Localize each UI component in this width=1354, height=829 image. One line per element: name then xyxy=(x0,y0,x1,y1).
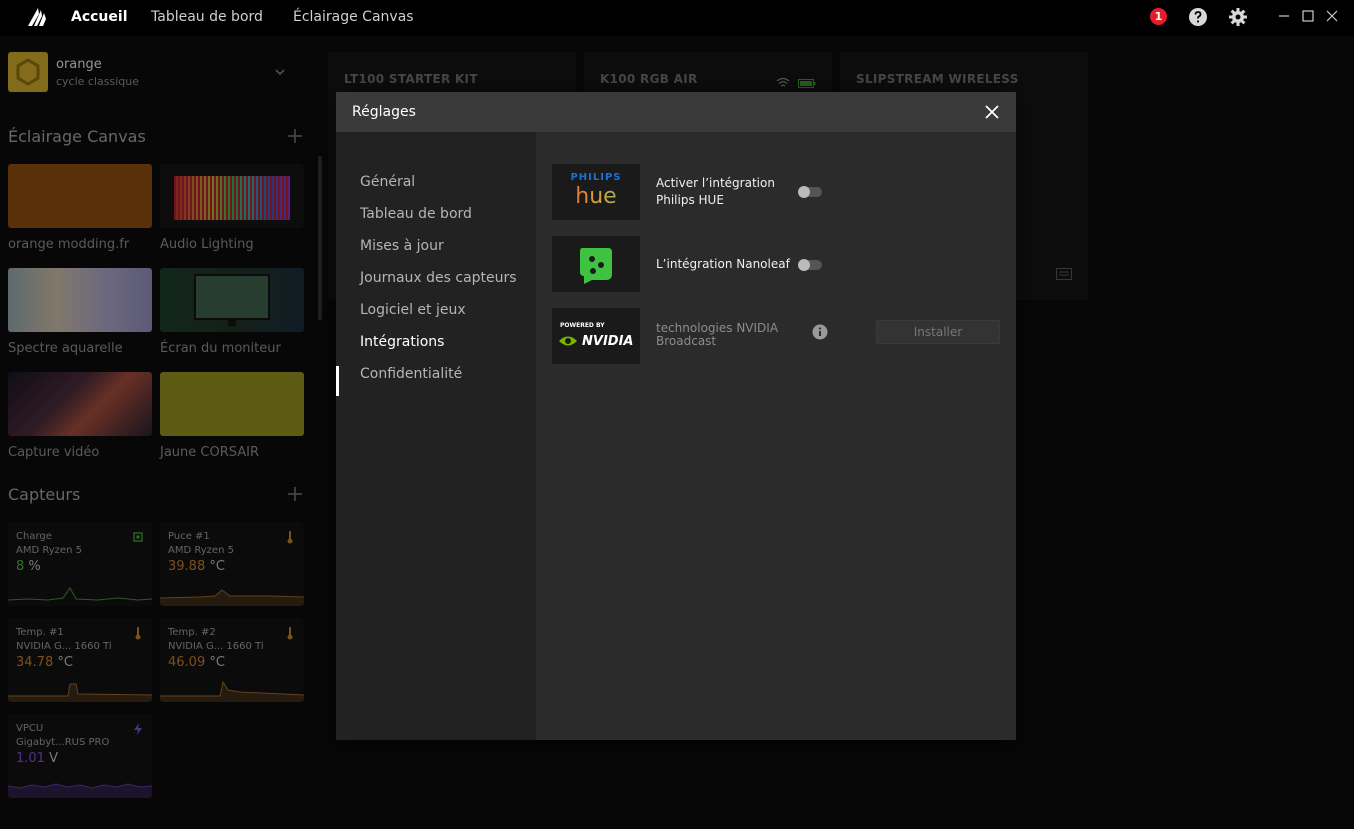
settings-nav-software-games[interactable]: Logiciel et jeux xyxy=(360,302,466,318)
maximize-icon[interactable] xyxy=(1300,8,1316,24)
toggle-knob xyxy=(798,186,810,198)
settings-nav: Général Tableau de bord Mises à jour Jou… xyxy=(336,132,536,740)
nanoleaf-logo xyxy=(552,236,640,292)
help-icon[interactable] xyxy=(1188,7,1208,27)
philips-logo-text: PHILIPS xyxy=(570,172,622,183)
corsair-logo-icon xyxy=(28,8,46,26)
gear-icon[interactable] xyxy=(1228,7,1248,27)
integrations-panel: PHILIPS hue Activer l’intégration Philip… xyxy=(536,132,1016,740)
settings-nav-general[interactable]: Général xyxy=(360,174,415,190)
dialog-title: Réglages xyxy=(352,104,416,120)
close-window-icon[interactable] xyxy=(1324,8,1340,24)
nvidia-label-line1: technologies NVIDIA xyxy=(656,321,779,335)
hue-label-line2: Philips HUE xyxy=(656,193,724,207)
toggle-knob xyxy=(798,259,810,271)
nanoleaf-icon xyxy=(580,248,612,284)
settings-nav-integrations[interactable]: Intégrations xyxy=(360,334,444,350)
settings-nav-dashboard[interactable]: Tableau de bord xyxy=(360,206,472,222)
settings-nav-updates[interactable]: Mises à jour xyxy=(360,238,444,254)
tab-accueil[interactable]: Accueil xyxy=(71,9,128,25)
nvidia-logo-powered: POWERED BY xyxy=(560,322,605,329)
close-icon[interactable] xyxy=(984,104,1000,120)
tab-tableau-de-bord[interactable]: Tableau de bord xyxy=(151,9,263,25)
nvidia-logo: POWERED BY NVIDIA xyxy=(552,308,640,364)
nvidia-eye-icon xyxy=(559,336,577,346)
settings-dialog: Réglages Général Tableau de bord Mises à… xyxy=(336,92,1016,740)
nvidia-logo-text: NVIDIA xyxy=(582,334,634,349)
install-button[interactable]: Installer xyxy=(876,320,1000,344)
hue-label: Activer l’intégration Philips HUE xyxy=(656,175,775,209)
nanoleaf-label: L’intégration Nanoleaf xyxy=(656,257,790,271)
top-bar: Accueil Tableau de bord Éclairage Canvas… xyxy=(0,0,1354,36)
settings-nav-sensor-logs[interactable]: Journaux des capteurs xyxy=(360,270,517,286)
nvidia-label: technologies NVIDIA Broadcast xyxy=(656,322,778,348)
philips-hue-logo: PHILIPS hue xyxy=(552,164,640,220)
active-nav-indicator xyxy=(336,366,339,396)
hue-logo-text: hue xyxy=(552,184,640,209)
dialog-header: Réglages xyxy=(336,92,1016,132)
minimize-icon[interactable] xyxy=(1276,8,1292,24)
hue-label-line1: Activer l’intégration xyxy=(656,176,775,190)
notification-badge[interactable]: 1 xyxy=(1150,8,1167,25)
settings-nav-privacy[interactable]: Confidentialité xyxy=(360,366,462,382)
nanoleaf-toggle[interactable] xyxy=(798,259,822,271)
hue-toggle[interactable] xyxy=(798,186,822,198)
tab-eclairage-canvas[interactable]: Éclairage Canvas xyxy=(293,9,414,25)
info-icon[interactable] xyxy=(812,324,828,340)
nvidia-label-line2: Broadcast xyxy=(656,334,717,348)
